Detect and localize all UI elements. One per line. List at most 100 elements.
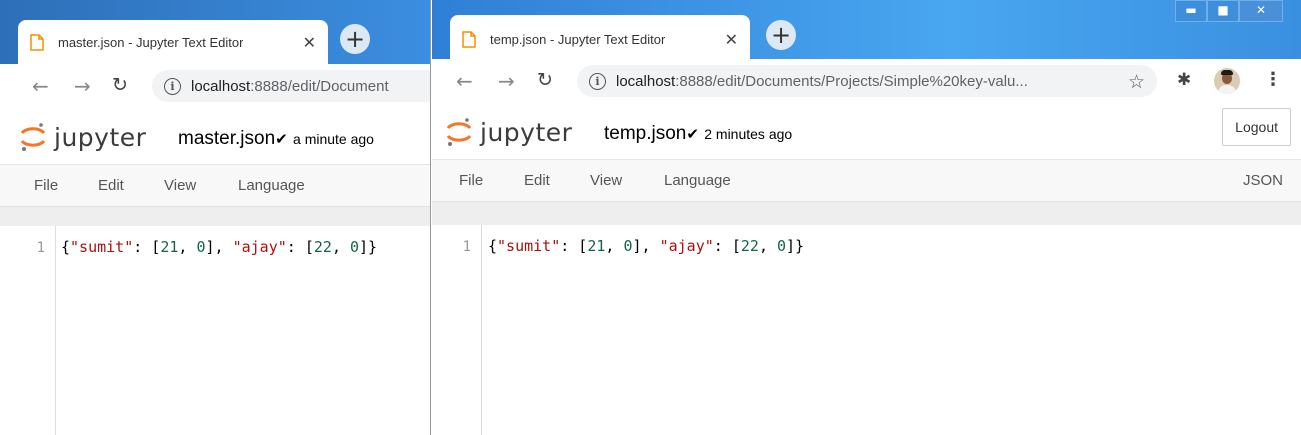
code-token: : [: [713, 237, 741, 255]
code-token: 22: [740, 237, 759, 255]
document-icon: [30, 33, 44, 51]
code-token: "ajay": [232, 238, 287, 256]
jupyter-header: jupyter temp.json✔ 2 minutes ago Logout: [432, 103, 1301, 159]
avatar-hair: [1221, 70, 1233, 75]
code-token: 0: [623, 237, 633, 255]
jupyter-logo[interactable]: jupyter: [20, 120, 146, 154]
menu-file[interactable]: File: [34, 177, 58, 194]
file-name-group: master.json✔ a minute ago: [178, 128, 374, 150]
mode-indicator: JSON: [1242, 172, 1283, 189]
jupyter-logo-mark: [20, 123, 46, 151]
jupyter-header: jupyter master.json✔ a minute ago: [0, 108, 430, 164]
code-token: ,: [758, 237, 777, 255]
tab-title: temp.json - Jupyter Text Editor: [490, 32, 666, 47]
code-token: ]}: [359, 238, 378, 256]
browser-window-master: master.json - Jupyter Text Editor ✕ + ← …: [0, 0, 431, 435]
code-token: ]}: [786, 237, 805, 255]
kebab-menu-icon[interactable]: ⋮: [1264, 69, 1282, 90]
line-number: 1: [36, 240, 45, 256]
code-token: "ajay": [659, 237, 714, 255]
jupyter-logo-mark: [446, 118, 472, 146]
browser-window-temp: temp.json - Jupyter Text Editor ✕ + ▬ ■ …: [432, 0, 1301, 435]
line-gutter: 1: [0, 226, 56, 435]
code-token: 0: [196, 238, 206, 256]
jupyter-logo[interactable]: jupyter: [446, 115, 572, 149]
address-bar[interactable]: i localhost:8888/edit/Documents/Projects…: [577, 65, 1157, 97]
info-icon[interactable]: i: [164, 77, 181, 95]
extensions-icon[interactable]: ✱: [1177, 70, 1191, 90]
code-line[interactable]: {"sumit": [21, 0], "ajay": [22, 0]}: [488, 237, 804, 255]
code-token: ,: [605, 237, 624, 255]
avatar-body: [1218, 85, 1236, 94]
menu-edit[interactable]: Edit: [524, 172, 550, 189]
menu-separator-strip: [432, 201, 1301, 226]
menu-view[interactable]: View: [164, 177, 196, 194]
maximize-button[interactable]: ■: [1207, 0, 1239, 22]
tab-close-icon[interactable]: ✕: [717, 30, 738, 49]
code-editor[interactable]: 1 {"sumit": [21, 0], "ajay": [22, 0]}: [0, 226, 430, 435]
file-name[interactable]: temp.json: [604, 123, 686, 144]
code-token: 21: [160, 238, 179, 256]
code-token: : [: [286, 238, 314, 256]
line-number: 1: [462, 239, 471, 255]
tab-title: master.json - Jupyter Text Editor: [58, 34, 244, 50]
browser-toolbar: ← → ↻ i localhost:8888/edit/Documents/Pr…: [432, 59, 1301, 104]
menu-separator-strip: [0, 206, 430, 227]
checkmark-icon: ✔: [686, 126, 699, 143]
url-path: :8888/edit/Document: [250, 77, 389, 95]
tab-close-icon[interactable]: ✕: [295, 33, 316, 52]
url-path: :8888/edit/Documents/Projects/Simple%20k…: [675, 72, 1028, 90]
url-host: localhost: [616, 72, 676, 90]
menu-language[interactable]: Language: [238, 177, 305, 194]
tab-temp-json[interactable]: temp.json - Jupyter Text Editor ✕: [450, 15, 750, 64]
checkmark-icon: ✔: [275, 131, 288, 148]
reload-icon[interactable]: ↻: [537, 69, 553, 91]
menu-bar: File Edit View Language: [0, 164, 430, 207]
logo-text: jupyter: [54, 122, 147, 152]
code-token: "sumit": [70, 238, 134, 256]
menu-bar: File Edit View Language JSON: [432, 159, 1301, 202]
code-token: {: [488, 237, 498, 255]
code-token: ,: [178, 238, 197, 256]
reload-icon[interactable]: ↻: [112, 74, 128, 96]
line-gutter: 1: [432, 225, 482, 435]
code-editor[interactable]: 1 {"sumit": [21, 0], "ajay": [22, 0]}: [432, 225, 1301, 435]
file-name-group: temp.json✔ 2 minutes ago: [604, 123, 792, 145]
code-token: "sumit": [497, 237, 561, 255]
code-token: ],: [632, 237, 660, 255]
address-bar[interactable]: i localhost:8888/edit/Document: [152, 70, 430, 102]
window-controls: ▬ ■ ✕: [1175, 0, 1283, 22]
new-tab-button[interactable]: +: [766, 20, 796, 50]
menu-language[interactable]: Language: [664, 172, 731, 189]
info-icon[interactable]: i: [589, 72, 606, 90]
menu-view[interactable]: View: [590, 172, 622, 189]
profile-avatar[interactable]: [1214, 68, 1240, 94]
tab-master-json[interactable]: master.json - Jupyter Text Editor ✕: [18, 20, 328, 64]
code-token: 21: [587, 237, 606, 255]
back-arrow-icon[interactable]: ←: [32, 74, 49, 98]
minimize-button[interactable]: ▬: [1175, 0, 1207, 22]
menu-file[interactable]: File: [459, 172, 483, 189]
menu-edit[interactable]: Edit: [98, 177, 124, 194]
document-icon: [462, 31, 476, 48]
new-tab-button[interactable]: +: [340, 24, 370, 54]
code-token: 0: [350, 238, 360, 256]
file-name[interactable]: master.json: [178, 128, 275, 149]
forward-arrow-icon[interactable]: →: [74, 74, 91, 98]
url-host: localhost: [191, 77, 251, 95]
close-window-button[interactable]: ✕: [1239, 0, 1283, 22]
logout-button[interactable]: Logout: [1222, 108, 1291, 146]
logo-text: jupyter: [480, 117, 573, 147]
code-token: {: [61, 238, 71, 256]
last-saved: a minute ago: [293, 131, 374, 147]
star-icon[interactable]: ☆: [1128, 71, 1145, 93]
forward-arrow-icon[interactable]: →: [498, 69, 515, 93]
browser-toolbar: ← → ↻ i localhost:8888/edit/Document: [0, 64, 430, 109]
code-token: ,: [331, 238, 350, 256]
back-arrow-icon[interactable]: ←: [456, 69, 473, 93]
title-bar: temp.json - Jupyter Text Editor ✕ + ▬ ■ …: [432, 0, 1301, 64]
title-bar: master.json - Jupyter Text Editor ✕ +: [0, 0, 430, 64]
code-token: 22: [313, 238, 332, 256]
code-token: ],: [205, 238, 233, 256]
code-line[interactable]: {"sumit": [21, 0], "ajay": [22, 0]}: [61, 238, 377, 256]
